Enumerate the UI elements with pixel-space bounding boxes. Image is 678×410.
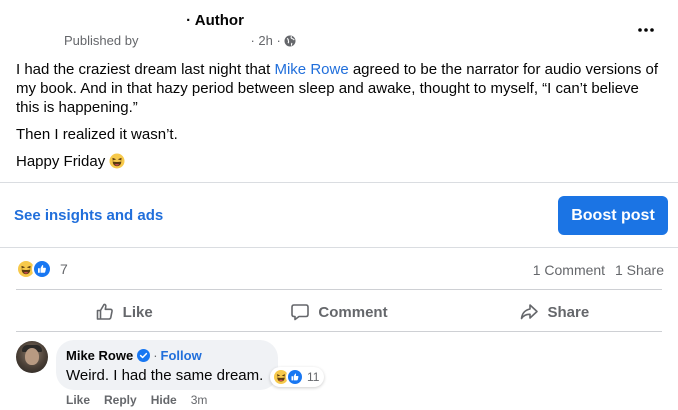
comment-icon — [291, 304, 310, 321]
more-icon — [638, 19, 654, 37]
promo-divider-top — [0, 182, 678, 183]
comment-label: Comment — [318, 303, 388, 321]
actions-divider-bottom — [16, 331, 662, 332]
post-paragraph-3: Happy Friday — [16, 152, 662, 171]
like-button[interactable]: Like — [16, 296, 231, 328]
globe-icon — [284, 35, 296, 47]
comment-reaction-count: 11 — [307, 370, 320, 384]
post-action-bar: Like Comment Share — [16, 296, 662, 328]
commenter-name[interactable]: Mike Rowe — [66, 348, 133, 363]
share-icon — [521, 304, 539, 320]
comment-button[interactable]: Comment — [231, 296, 446, 328]
avatar-face-shape — [25, 348, 39, 365]
laugh-emoji-icon — [109, 153, 125, 169]
promo-divider-bottom — [0, 247, 678, 248]
reaction-summary[interactable]: 7 — [16, 259, 68, 279]
more-options-button[interactable] — [630, 16, 662, 40]
actions-divider-top — [16, 289, 662, 290]
like-reaction-icon — [286, 368, 304, 386]
see-insights-link[interactable]: See insights and ads — [14, 207, 163, 224]
published-by-label: Published by — [64, 33, 139, 48]
post-paragraph-2: Then I realized it wasn’t. — [16, 126, 178, 143]
follow-link[interactable]: Follow — [161, 348, 202, 363]
follow-separator: · — [153, 348, 158, 363]
post-text-before-link: I had the craziest dream last night that — [16, 61, 275, 78]
comment-text: Weird. I had the same dream. — [66, 367, 264, 384]
post-timestamp[interactable]: · 2h · — [250, 33, 280, 48]
share-count-link[interactable]: 1 Share — [615, 262, 664, 278]
mention-link[interactable]: Mike Rowe — [274, 61, 348, 78]
share-label: Share — [547, 303, 590, 321]
verified-icon — [137, 349, 151, 362]
post-paragraph-3-text: Happy Friday — [16, 153, 106, 170]
comment-like-link[interactable]: Like — [66, 393, 90, 407]
post-header: · Author Published by · 2h · — [0, 0, 678, 56]
like-outline-icon — [96, 303, 113, 320]
comment-bubble: Mike Rowe · Follow Weird. I had the same… — [56, 340, 278, 390]
comment-timestamp: 3m — [190, 393, 208, 407]
engagement-counts: 1 Comment 1 Share — [533, 262, 664, 278]
like-label: Like — [122, 303, 153, 321]
post-paragraph-1: I had the craziest dream last night that… — [16, 60, 662, 117]
post-body: I had the craziest dream last night that… — [16, 60, 662, 179]
comment-count-link[interactable]: 1 Comment — [533, 262, 605, 278]
comment-hide-link[interactable]: Hide — [151, 393, 177, 407]
like-reaction-icon — [32, 259, 52, 279]
commenter-avatar[interactable] — [16, 341, 48, 373]
comment-actions: Like Reply Hide 3m — [66, 393, 221, 407]
comment-reaction-summary[interactable]: 11 — [270, 367, 325, 387]
boost-post-button[interactable]: Boost post — [558, 196, 668, 235]
share-button[interactable]: Share — [447, 296, 662, 328]
commenter-row: Mike Rowe · Follow — [66, 348, 202, 363]
author-line: · Author — [64, 12, 244, 29]
post-meta: Published by · 2h · — [64, 33, 296, 48]
reaction-count: 7 — [60, 261, 68, 277]
comment-reply-link[interactable]: Reply — [104, 393, 137, 407]
author-badge: · Author — [186, 12, 244, 29]
